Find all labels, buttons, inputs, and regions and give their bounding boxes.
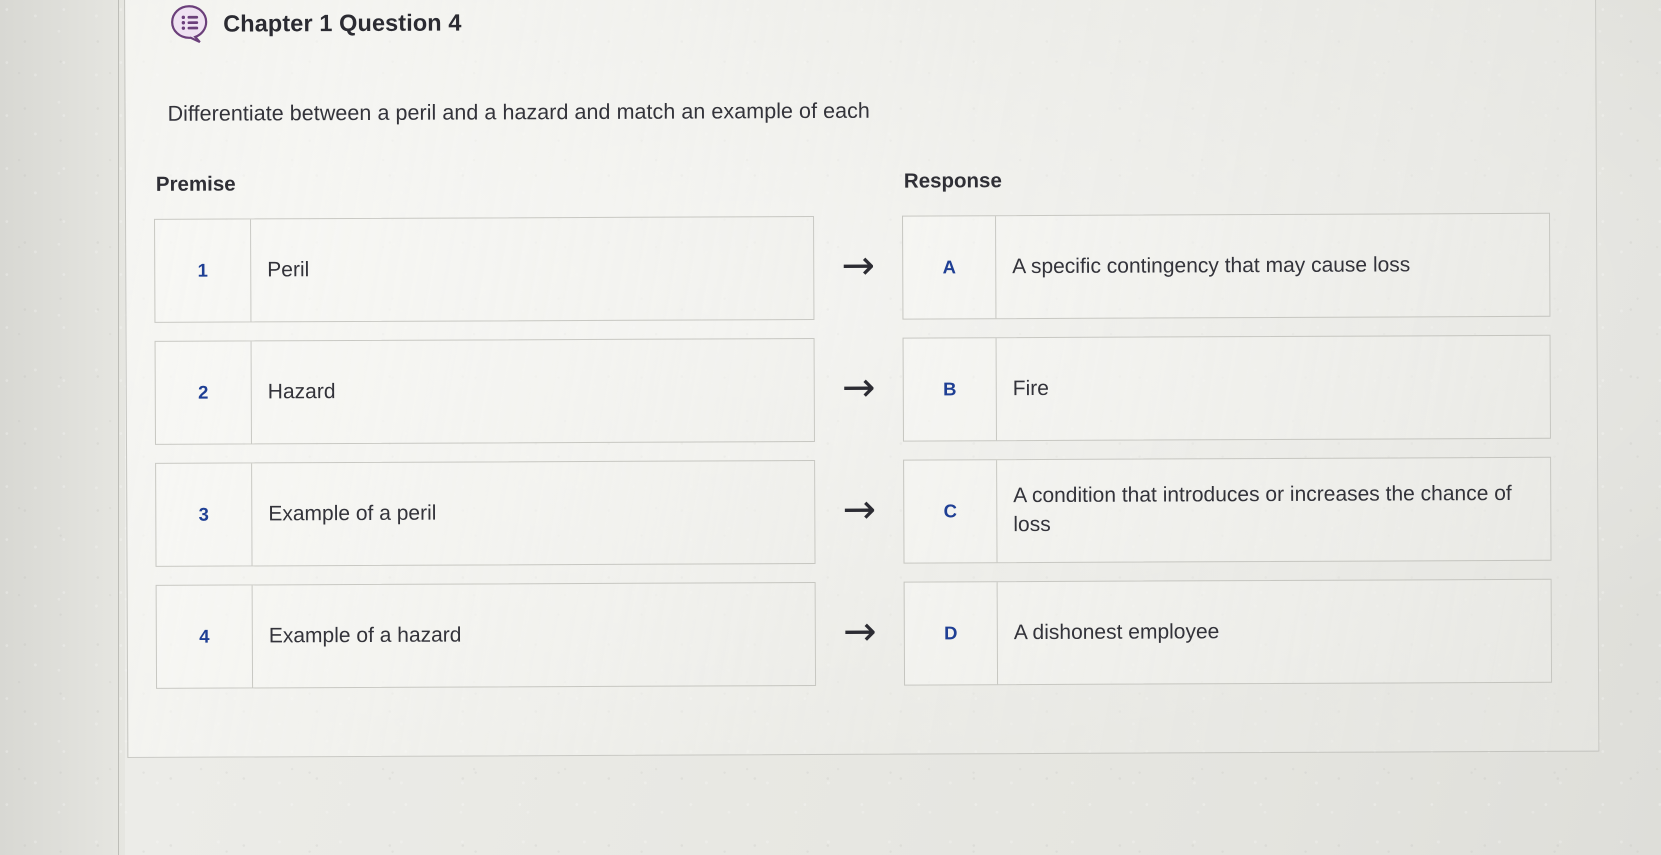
- question-card: Chapter 1 Question 4 Differentiate betwe…: [124, 0, 1600, 758]
- premise-text-4: Example of a hazard: [268, 623, 462, 647]
- response-key-d: D: [904, 582, 999, 685]
- response-row-a[interactable]: A A specific contingency that may cause …: [902, 212, 1551, 320]
- premise-row-1[interactable]: 1 Peril: [154, 215, 815, 323]
- arrow-right-icon: →: [842, 486, 877, 533]
- photo-left-shadow: [0, 0, 125, 855]
- response-row-d[interactable]: D A dishonest employee: [903, 578, 1553, 686]
- response-row-b[interactable]: B Fire: [902, 334, 1551, 442]
- premise-key-3: 3: [156, 463, 253, 566]
- premise-text-2: Hazard: [267, 379, 336, 403]
- arrow-right-icon: →: [842, 608, 877, 655]
- response-rows: A A specific contingency that may cause …: [902, 212, 1553, 686]
- page-edge-line: [118, 0, 119, 855]
- arrow-cell-1: →: [814, 216, 902, 320]
- arrow-cell-2: →: [815, 338, 903, 442]
- response-text-a: A specific contingency that may cause lo…: [1012, 252, 1411, 278]
- response-key-a: A: [903, 216, 997, 319]
- arrow-cell-3: →: [815, 460, 903, 564]
- question-title: Chapter 1 Question 4: [223, 9, 462, 37]
- premise-column: Premise 1 Peril 2 Hazard 3 Example of a …: [154, 170, 817, 689]
- response-column-heading: Response: [903, 169, 1002, 193]
- response-text-c: A condition that introduces or increases…: [1013, 481, 1512, 537]
- premise-key-1: 1: [155, 219, 252, 322]
- response-key-b: B: [903, 338, 997, 441]
- premise-rows: 1 Peril 2 Hazard 3 Example of a peril 4 …: [154, 215, 817, 689]
- arrow-cell-4: →: [816, 582, 904, 686]
- premise-row-2[interactable]: 2 Hazard: [154, 337, 815, 445]
- premise-key-4: 4: [156, 585, 254, 688]
- premise-row-4[interactable]: 4 Example of a hazard: [155, 581, 817, 689]
- premise-key-2: 2: [155, 341, 252, 444]
- premise-row-3[interactable]: 3 Example of a peril: [155, 459, 816, 567]
- arrow-right-icon: →: [841, 242, 876, 289]
- response-text-b: Fire: [1012, 376, 1049, 400]
- premise-column-heading: Premise: [155, 172, 236, 196]
- response-column: Response A A specific contingency that m…: [902, 167, 1553, 686]
- arrow-column: → → → →: [814, 170, 904, 686]
- response-text-d: A dishonest employee: [1013, 619, 1220, 644]
- question-bubble-icon: [169, 4, 209, 44]
- arrow-right-icon: →: [841, 364, 876, 411]
- question-header: Chapter 1 Question 4: [145, 0, 1595, 44]
- arrow-rows: → → → →: [814, 216, 904, 686]
- premise-text-3: Example of a peril: [268, 501, 437, 525]
- premise-text-1: Peril: [267, 257, 310, 281]
- response-row-c[interactable]: C A condition that introduces or increas…: [903, 456, 1552, 564]
- matching-area: Premise 1 Peril 2 Hazard 3 Example of a …: [146, 167, 1598, 689]
- question-prompt: Differentiate between a peril and a haza…: [167, 98, 870, 126]
- response-key-c: C: [904, 460, 998, 563]
